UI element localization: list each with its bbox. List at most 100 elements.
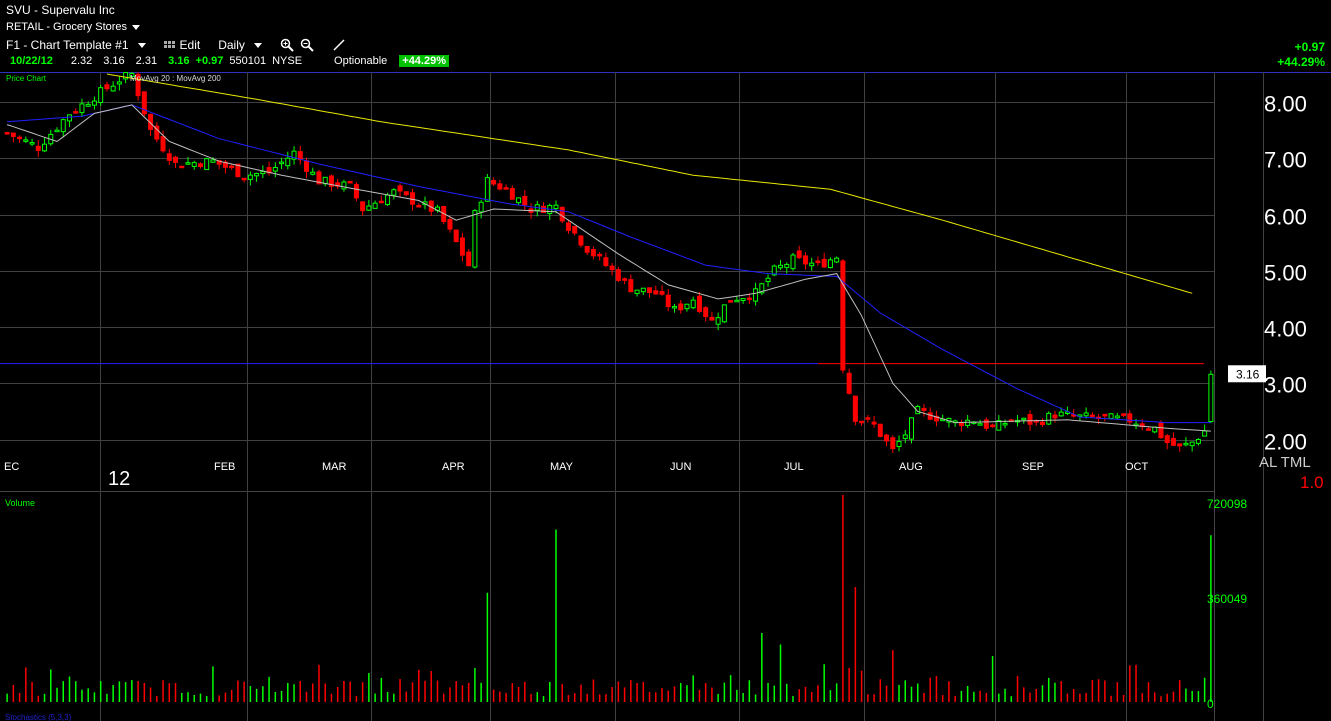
candle-body [709,316,715,321]
candle-body [98,87,104,104]
candle-body [809,262,815,267]
x-tick-label: 12 [108,468,130,490]
candle-body [590,249,596,257]
candle-body [185,162,191,165]
candle-body [285,157,291,167]
stochastics-label: Stochastics (5,3,3) [5,713,72,721]
candle-body [640,287,646,293]
candle-body [990,424,996,428]
candle-body [684,303,690,310]
candle-body [229,165,235,169]
x-tick-label: OCT [1125,461,1149,473]
chart-header: SVU - Supervalu Inc RETAIL - Grocery Sto… [0,0,1331,72]
zoom-out-icon[interactable] [300,38,314,52]
candle-body [653,290,659,295]
period-dropdown[interactable]: Daily [218,38,262,52]
candle-body [29,142,35,145]
candle-body [179,165,185,169]
candle-body [902,434,908,439]
candle-body [241,177,247,181]
candle-body [516,197,522,204]
price-volume-chart[interactable]: 8.00 7.00 6.00 5.00 4.00 3.00 2.00 EC 12 FEB MAR AP… [0,72,1331,721]
candle-body [360,201,366,212]
x-tick-label: SEP [1022,461,1044,473]
candle-body [615,269,621,281]
candle-body [73,111,79,114]
quote-change: +0.97 [195,55,224,67]
x-tick-label: JUN [670,461,691,473]
candle-body [553,204,559,210]
x-tick-label: JUL [784,461,804,473]
volume-tick-label: 360049 [1207,592,1247,606]
candle-body [372,202,378,209]
candle-body [678,303,684,311]
candle-body [347,180,353,184]
candle-body [796,250,802,259]
candle-body [1002,422,1008,426]
quote-open: 2.32 [70,55,93,67]
candle-body [565,222,571,231]
price-pane-title: Price Chart [6,74,47,83]
axis-labels-layer: 8.00 7.00 6.00 5.00 4.00 3.00 2.00 EC 12 FEB MAR AP… [4,74,1324,721]
candle-body [4,132,10,135]
sector-label: RETAIL - Grocery Stores [6,21,128,33]
toolbar: F1 - Chart Template #1 Edit Daily [6,38,346,52]
volume-bars-layer [6,495,1212,702]
candle-body [884,434,890,442]
candle-body [378,200,384,204]
quote-bar: 10/22/12 2.32 3.16 2.31 3.16 +0.97 55010… [6,55,449,67]
candle-body [35,145,41,151]
candle-body [840,260,846,371]
quote-exchange: NYSE [272,55,303,67]
candle-body [160,136,166,152]
candle-body [603,257,609,267]
chevron-down-icon [253,42,262,48]
candle-body [778,264,784,269]
candle-body [410,192,416,205]
candle-body [815,260,821,264]
candle-body [91,100,97,106]
candle-body [890,437,896,450]
candle-body [1170,438,1176,446]
candle-body [491,180,497,185]
sector-dropdown[interactable]: RETAIL - Grocery Stores [6,21,141,33]
candle-body [166,153,172,161]
candle-body [1121,413,1127,416]
edit-label: Edit [179,38,201,52]
candle-body [846,372,852,394]
candle-body [17,136,23,140]
candle-body [466,251,472,267]
y-tick-label: 2.00 [1264,430,1307,455]
candle-body [821,258,827,268]
candle-body [622,278,628,281]
candle-body [472,210,478,268]
candle-body [1102,413,1108,417]
candle-body [634,289,640,295]
y-tick-label: 7.00 [1264,148,1307,173]
candle-body [1164,435,1170,444]
volume-tick-label: 0 [1207,697,1214,711]
candle-body [647,287,653,293]
candle-body [1052,414,1058,419]
candle-body [366,205,372,211]
y-tick-label: 6.00 [1264,205,1307,230]
candles-layer [4,72,1214,454]
y-tick-label: 8.00 [1264,92,1307,117]
candle-body [1177,443,1183,447]
candle-body [79,103,85,114]
symbol-title[interactable]: SVU - Supervalu Inc [6,3,115,17]
quote-date: 10/22/12 [10,55,53,67]
template-dropdown[interactable]: F1 - Chart Template #1 [6,38,146,52]
right-pct-change: +44.29% [1277,55,1325,69]
candle-body [671,305,677,309]
candle-body [1158,422,1164,439]
candle-body [609,265,615,271]
volume-pane-title: Volume [5,498,35,508]
candle-body [453,229,459,243]
candle-body [1108,413,1114,419]
candle-body [597,253,603,257]
zoom-in-icon[interactable] [280,38,294,52]
draw-line-icon[interactable] [332,38,346,52]
quote-volume: 550101 [229,55,267,67]
edit-button[interactable]: Edit [163,38,201,52]
